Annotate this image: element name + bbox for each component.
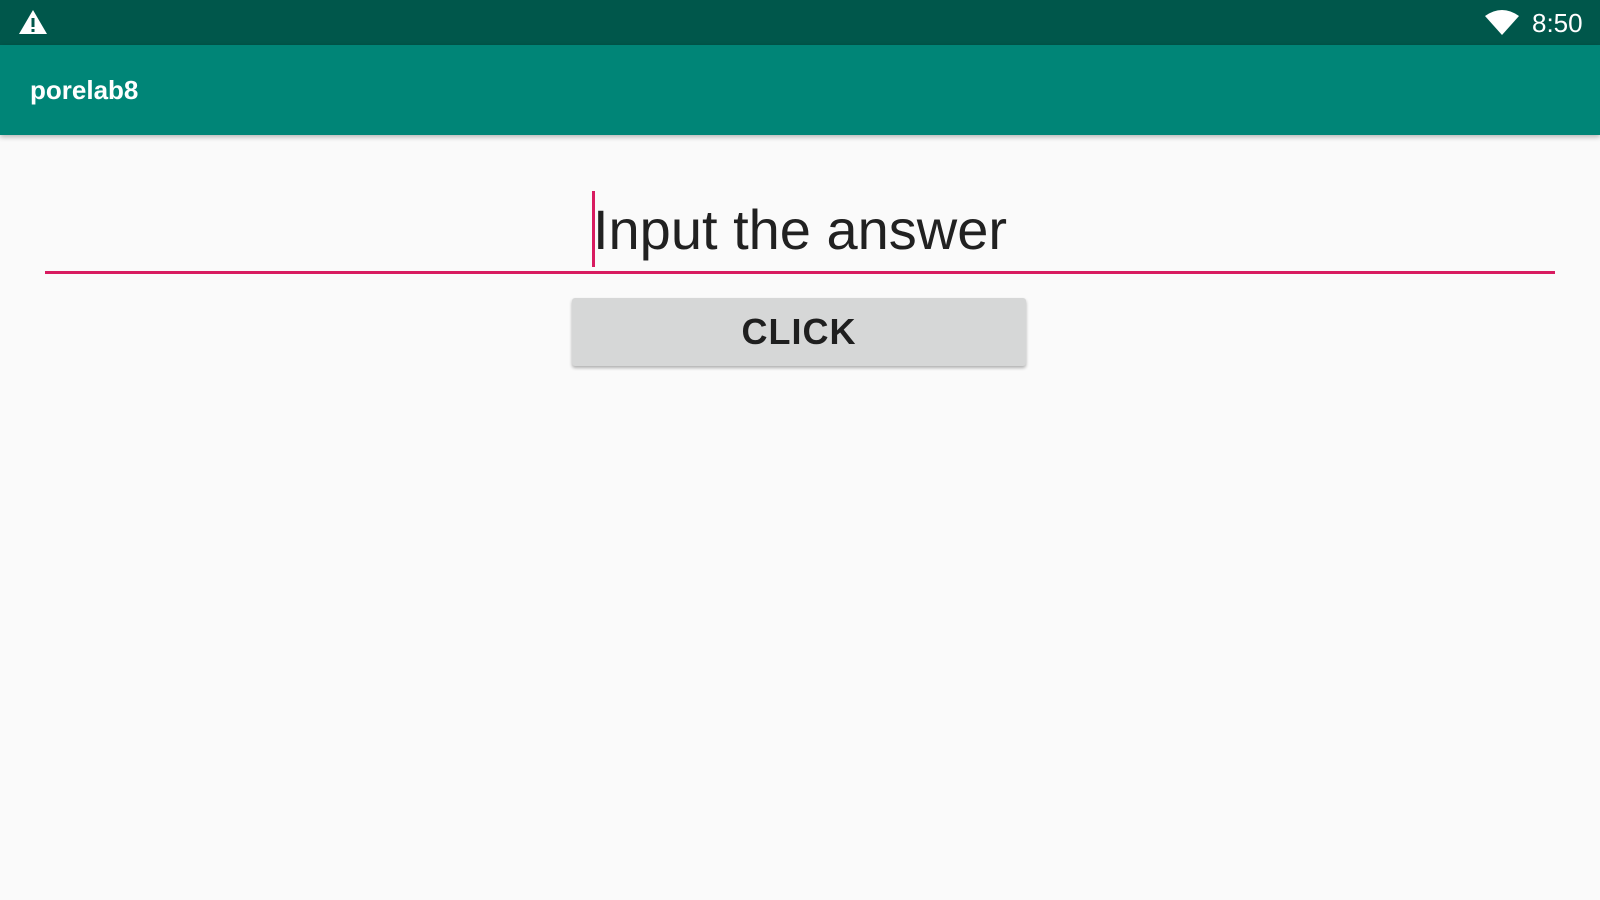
click-button[interactable]: CLICK xyxy=(572,298,1026,366)
answer-input-placeholder: Input the answer xyxy=(592,198,1008,261)
app-title: porelab8 xyxy=(30,75,139,105)
wifi-icon xyxy=(1485,10,1519,35)
app-bar: porelab8 xyxy=(0,45,1600,135)
status-bar: 8:50 xyxy=(0,0,1600,45)
answer-input[interactable]: Input the answer xyxy=(45,185,1555,275)
warning-icon xyxy=(19,10,47,34)
status-time: 8:50 xyxy=(1532,8,1583,38)
answer-input-underline xyxy=(45,271,1555,274)
text-cursor xyxy=(592,191,595,267)
